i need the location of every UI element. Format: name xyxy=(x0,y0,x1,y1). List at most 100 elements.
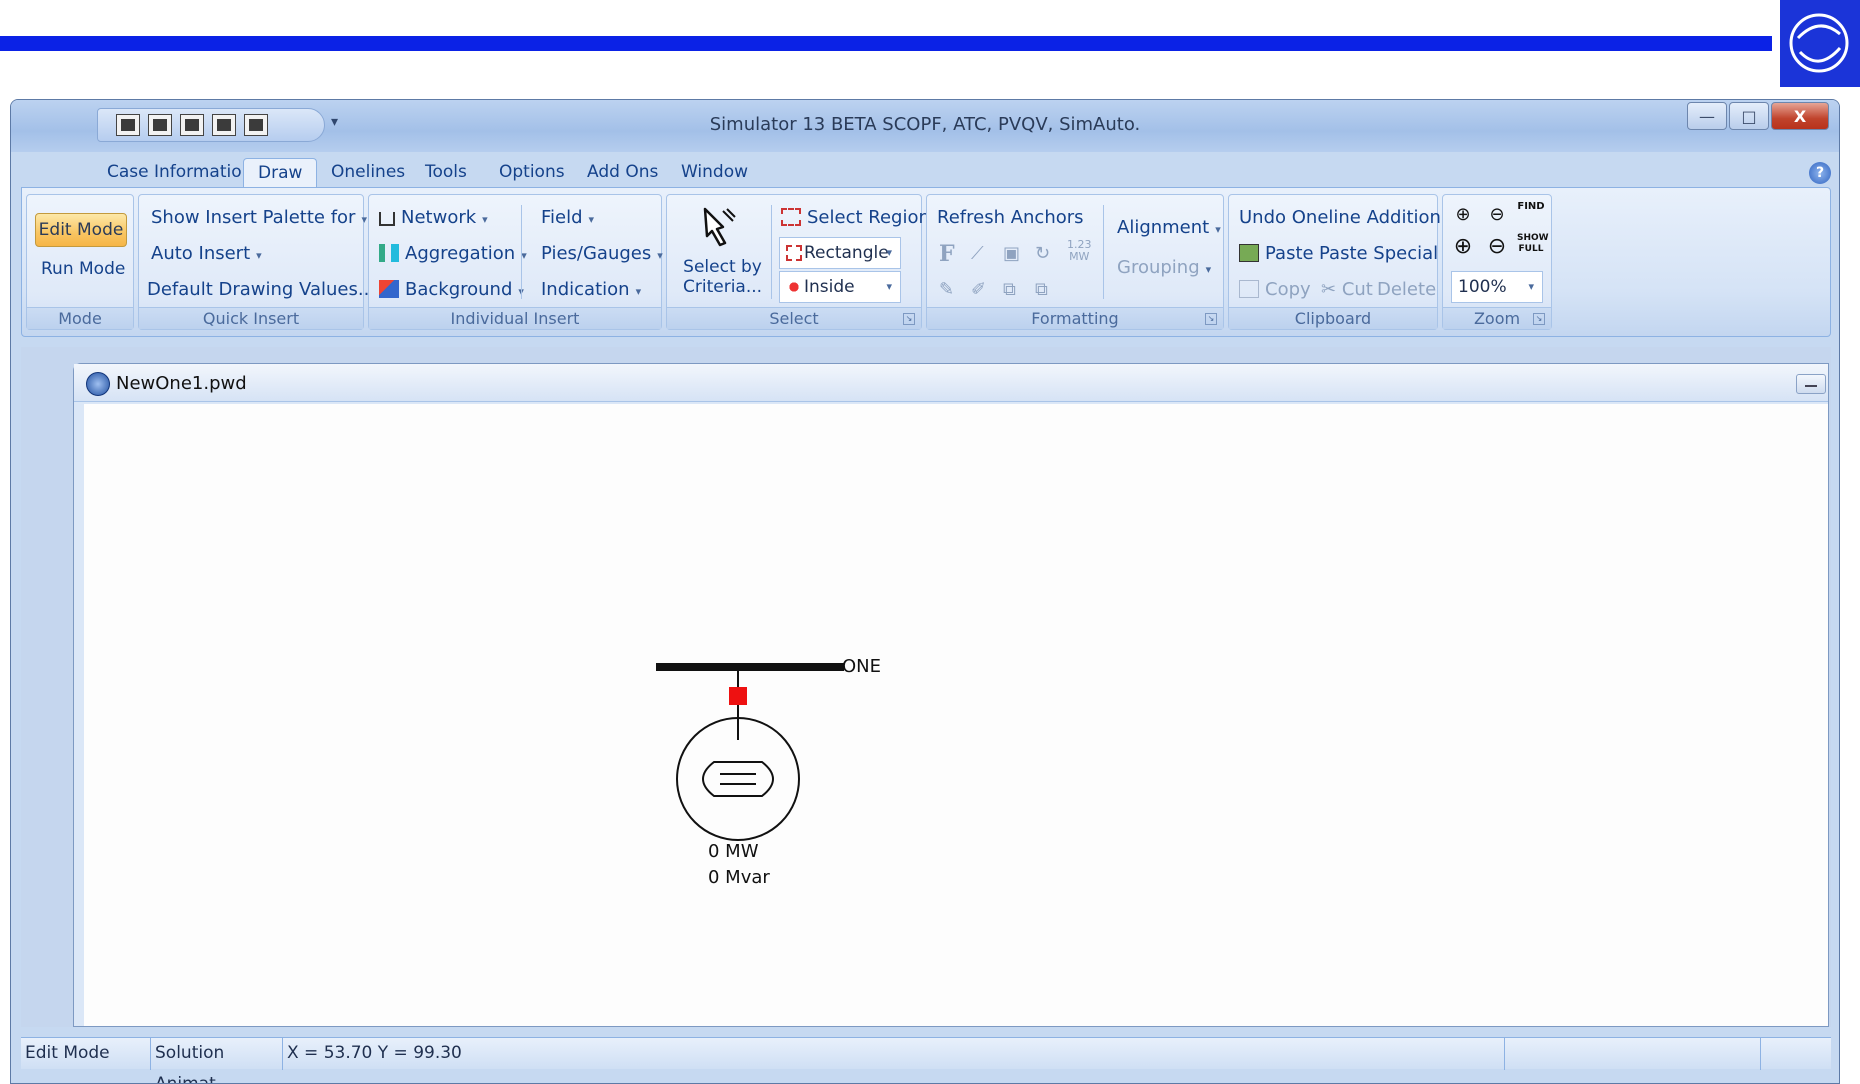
bus-name-label[interactable]: ONE xyxy=(842,656,881,677)
window-controls: — □ X xyxy=(1687,102,1829,130)
dialog-launcher-icon[interactable]: ↘ xyxy=(903,313,915,325)
globe-logo-icon xyxy=(1789,13,1849,73)
chevron-down-icon: ▾ xyxy=(657,249,663,262)
font-icon: F xyxy=(939,241,955,267)
chevron-down-icon: ▾ xyxy=(886,246,892,259)
run-mode-button[interactable]: Run Mode xyxy=(41,259,125,279)
tab-case-information[interactable]: Case Information xyxy=(93,158,266,188)
edit-mode-button[interactable]: Edit Mode xyxy=(35,213,127,247)
grouping-label: Grouping xyxy=(1117,257,1200,278)
show-full-icon[interactable]: SHOW FULL xyxy=(1517,233,1549,261)
network-icon xyxy=(379,212,395,226)
alignment-button[interactable]: Alignment ▾ xyxy=(1117,217,1221,238)
grouping-button: Grouping ▾ xyxy=(1117,257,1211,278)
header-bar xyxy=(0,36,1772,51)
tab-add-ons[interactable]: Add Ons xyxy=(573,158,672,188)
select-shape-value: Rectangle xyxy=(804,243,889,263)
group-formatting-label: Formatting xyxy=(927,307,1223,329)
gen-mw-field[interactable]: 0 MW xyxy=(708,841,759,862)
tab-onelines[interactable]: Onelines xyxy=(317,158,419,188)
select-region-button[interactable]: Select Region xyxy=(781,207,930,228)
rotate-icon: ↻ xyxy=(1035,243,1051,264)
select-by-criteria-button[interactable]: Select by Criteria... xyxy=(683,257,762,297)
zoom-out-area-icon[interactable]: ⊖ xyxy=(1483,201,1511,229)
background-icon xyxy=(379,280,399,298)
pencil-icon: ✎ xyxy=(939,279,955,300)
inside-icon xyxy=(786,279,802,295)
tab-tools[interactable]: Tools xyxy=(411,158,481,188)
separator xyxy=(521,205,522,299)
select-by-criteria-line1: Select by xyxy=(683,257,762,277)
refresh-anchors-button[interactable]: Refresh Anchors xyxy=(937,207,1084,228)
select-region-label: Select Region xyxy=(807,207,930,228)
network-button[interactable]: Network ▾ xyxy=(379,207,488,228)
chevron-down-icon: ▾ xyxy=(361,213,367,226)
zoom-level-value: 100% xyxy=(1458,277,1507,297)
group-zoom: ⊕ ⊖ FIND ⊕ ⊖ SHOW FULL 100% ▾ Zoom ↘ xyxy=(1442,194,1552,330)
cut-label: Cut xyxy=(1341,279,1373,300)
auto-insert-button[interactable]: Auto Insert ▾ xyxy=(151,243,262,264)
group-quick-insert-label: Quick Insert xyxy=(139,307,363,329)
chevron-down-icon: ▾ xyxy=(886,280,892,293)
dialog-launcher-icon[interactable]: ↘ xyxy=(1533,313,1545,325)
show-insert-palette-button[interactable]: Show Insert Palette for ▾ xyxy=(151,207,367,228)
select-shape-dropdown[interactable]: Rectangle ▾ xyxy=(779,237,901,269)
tab-options[interactable]: Options xyxy=(485,158,579,188)
breaker[interactable] xyxy=(729,687,747,705)
document-title-bar: NewOne1.pwd xyxy=(74,364,1828,402)
aggregation-label: Aggregation xyxy=(405,243,516,264)
status-coordinates: X = 53.70 Y = 99.30 xyxy=(283,1038,1505,1070)
minimize-button[interactable]: — xyxy=(1687,102,1727,130)
group-quick-insert: Show Insert Palette for ▾ Auto Insert ▾ De… xyxy=(138,194,375,330)
zoom-level-dropdown[interactable]: 100% ▾ xyxy=(1451,271,1543,303)
zoom-in-icon[interactable]: ⊕ xyxy=(1449,233,1477,261)
send-backward-icon: ⧉ xyxy=(1035,279,1048,300)
corner-logo xyxy=(1780,0,1860,87)
separator xyxy=(771,205,772,299)
dialog-launcher-icon[interactable]: ↘ xyxy=(1205,313,1217,325)
copy-button: Copy xyxy=(1239,279,1311,300)
select-region-icon xyxy=(781,208,801,226)
gen-mvar-field[interactable]: 0 Mvar xyxy=(708,867,770,888)
show-insert-palette-label: Show Insert Palette for xyxy=(151,207,356,228)
zoom-area-icon[interactable]: ⊕ xyxy=(1449,201,1477,229)
layers-icon: ▣ xyxy=(1003,243,1021,264)
select-region-dropdown[interactable]: Inside ▾ xyxy=(779,271,901,303)
maximize-button[interactable]: □ xyxy=(1729,102,1769,130)
title-bar: ▾ Simulator 13 BETA SCOPF, ATC, PVQV, Si… xyxy=(11,100,1839,152)
default-drawing-values-button[interactable]: Default Drawing Values... xyxy=(147,279,375,300)
mw-badge-line2: MW xyxy=(1069,250,1090,263)
pies-gauges-label: Pies/Gauges xyxy=(541,243,652,264)
indication-button[interactable]: Indication ▾ xyxy=(541,279,641,300)
tab-window[interactable]: Window xyxy=(667,158,762,188)
rectangle-icon xyxy=(786,245,802,261)
chevron-down-icon: ▾ xyxy=(1205,263,1212,276)
oneline-canvas[interactable]: ONE 0 MW 0 Mvar xyxy=(84,404,1828,1026)
close-button[interactable]: X xyxy=(1771,102,1829,130)
pies-gauges-button[interactable]: Pies/Gauges ▾ xyxy=(541,243,663,264)
zoom-out-icon[interactable]: ⊖ xyxy=(1483,233,1511,261)
chevron-down-icon: ▾ xyxy=(1528,280,1534,293)
copy-icon xyxy=(1239,280,1259,298)
paste-special-button[interactable]: Paste Special xyxy=(1319,243,1438,264)
tab-draw[interactable]: Draw xyxy=(243,158,318,188)
chevron-down-icon: ▾ xyxy=(482,213,488,226)
help-icon[interactable]: ? xyxy=(1809,162,1831,184)
undo-oneline-addition-button[interactable]: Undo Oneline Addition xyxy=(1239,207,1441,228)
line-fill-icon: ⟋ xyxy=(971,243,984,264)
resize-grip-icon[interactable] xyxy=(1761,1038,1801,1070)
field-button[interactable]: Field ▾ xyxy=(541,207,594,228)
separator xyxy=(1103,205,1104,299)
find-icon[interactable]: FIND xyxy=(1517,201,1545,229)
background-button[interactable]: Background▾ xyxy=(379,279,524,300)
select-region-value: Inside xyxy=(804,277,855,297)
document-name: NewOne1.pwd xyxy=(116,373,247,394)
select-pointer-icon xyxy=(703,207,736,247)
paste-button[interactable]: Paste xyxy=(1239,243,1314,264)
select-by-criteria-line2: Criteria... xyxy=(683,277,763,297)
ribbon: Edit Mode Run Mode Mode Show Insert Pale… xyxy=(21,187,1831,337)
generator-symbol xyxy=(702,761,774,797)
aggregation-button[interactable]: Aggregation ▾ xyxy=(379,243,527,264)
background-label: Background xyxy=(405,279,513,300)
document-minimize-button[interactable] xyxy=(1796,374,1826,394)
